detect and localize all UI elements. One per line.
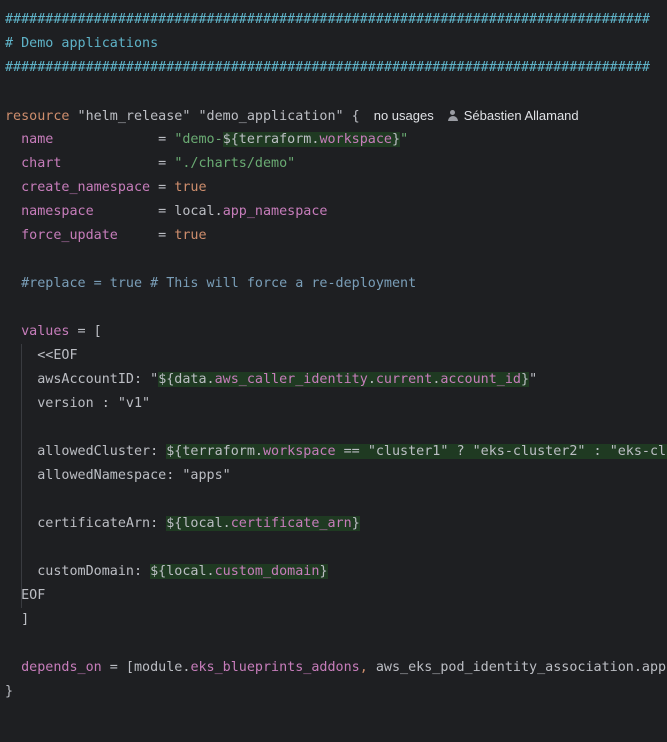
code-line[interactable]: customDomain: ${local.custom_domain}: [5, 560, 328, 584]
code-line[interactable]: version : "v1": [5, 392, 150, 416]
code-token: custom_domain: [214, 564, 320, 579]
code-editor[interactable]: ########################################…: [0, 8, 667, 742]
code-token: "cluster1": [367, 444, 449, 459]
code-token: =: [150, 180, 175, 195]
code-token: ${terraform.: [166, 444, 263, 459]
code-token: certificate_arn: [230, 516, 352, 531]
code-token: ?: [448, 444, 473, 459]
code-token: awsAccountID: ": [5, 372, 159, 387]
code-line[interactable]: ########################################…: [5, 8, 650, 32]
person-icon: [447, 110, 458, 121]
code-token: "demo-: [174, 132, 223, 147]
code-line[interactable]: name = "demo-${terraform.workspace}": [5, 128, 408, 152]
code-token: ,: [359, 660, 368, 675]
code-token: "eks-cluster1"}: [609, 444, 667, 459]
code-token: .: [367, 372, 376, 387]
code-token: }: [521, 372, 530, 387]
code-token: current: [375, 372, 433, 387]
code-token: }: [319, 564, 328, 579]
code-token: allowedNamespace: "apps": [5, 468, 231, 483]
code-token: ${local.: [150, 564, 215, 579]
code-token: =: [53, 132, 175, 147]
code-token: :: [585, 444, 610, 459]
code-line[interactable]: ########################################…: [5, 56, 650, 80]
code-token: ########################################…: [5, 12, 650, 27]
code-token: =: [61, 156, 175, 171]
author-name: Sébastien Allamand: [463, 108, 579, 123]
code-line[interactable]: EOF: [5, 584, 45, 608]
code-token: true: [174, 228, 207, 243]
code-line[interactable]: awsAccountID: "${data.aws_caller_identit…: [5, 368, 537, 392]
code-line[interactable]: allowedNamespace: "apps": [5, 464, 231, 488]
code-token: = [: [69, 324, 102, 339]
code-line[interactable]: allowedCluster: ${terraform.workspace ==…: [5, 440, 667, 464]
code-token: depends_on: [21, 660, 102, 675]
code-line[interactable]: ]: [5, 608, 29, 632]
code-token: = local.: [93, 204, 223, 219]
code-token: aws_eks_pod_identity_association.apps: [367, 660, 667, 675]
code-token: version : "v1": [5, 396, 151, 411]
code-token: aws_caller_identity: [214, 372, 368, 387]
code-token: force_update: [21, 228, 118, 243]
code-token: }: [351, 516, 360, 531]
code-token: allowedCluster:: [5, 444, 167, 459]
code-token: values: [21, 324, 70, 339]
code-token: EOF: [5, 588, 46, 603]
code-line[interactable]: create_namespace = true: [5, 176, 207, 200]
code-token: "helm_release" "demo_application" {: [69, 109, 360, 124]
usages-hint[interactable]: no usages: [374, 108, 434, 123]
code-token: ${local.: [166, 516, 231, 531]
code-token: <<EOF: [5, 348, 78, 363]
code-token: create_namespace: [21, 180, 151, 195]
code-line[interactable]: chart = "./charts/demo": [5, 152, 295, 176]
code-token: workspace: [319, 132, 392, 147]
code-token: ]: [5, 612, 30, 627]
code-token: =: [117, 228, 175, 243]
code-token: ${terraform.: [222, 132, 320, 147]
code-line[interactable]: force_update = true: [5, 224, 207, 248]
code-line[interactable]: }: [5, 680, 13, 704]
code-token: name: [21, 132, 54, 147]
code-token: eks_blueprints_addons: [190, 660, 360, 675]
code-token: = [module.: [101, 660, 191, 675]
code-token: "eks-cluster2": [472, 444, 586, 459]
code-token: app_namespace: [222, 204, 328, 219]
code-line[interactable]: depends_on = [module.eks_blueprints_addo…: [5, 656, 667, 680]
author-hint[interactable]: Sébastien Allamand: [447, 108, 579, 123]
code-token: workspace: [263, 444, 336, 459]
code-token: # Demo applications: [5, 36, 159, 51]
code-token: ": [529, 372, 538, 387]
code-token: ${data.: [158, 372, 215, 387]
code-token: resource: [5, 109, 70, 124]
code-token: certificateArn:: [5, 516, 167, 531]
code-token: account_id: [440, 372, 521, 387]
code-line[interactable]: certificateArn: ${local.certificate_arn}: [5, 512, 360, 536]
code-token: customDomain:: [5, 564, 151, 579]
code-token: chart: [21, 156, 62, 171]
code-token: }: [392, 132, 401, 147]
code-token: ": [400, 132, 409, 147]
code-line[interactable]: namespace = local.app_namespace: [5, 200, 328, 224]
code-token: true: [174, 180, 207, 195]
code-token: ==: [335, 444, 368, 459]
code-line[interactable]: resource "helm_release" "demo_applicatio…: [5, 104, 579, 128]
code-token: ########################################…: [5, 60, 650, 75]
code-token: namespace: [21, 204, 94, 219]
code-line[interactable]: values = [: [5, 320, 102, 344]
code-line[interactable]: #replace = true # This will force a re-d…: [5, 272, 416, 296]
code-line[interactable]: # Demo applications: [5, 32, 158, 56]
code-line[interactable]: <<EOF: [5, 344, 78, 368]
code-token: #replace = true # This will force a re-d…: [21, 276, 417, 291]
code-token: "./charts/demo": [174, 156, 296, 171]
code-token: }: [5, 684, 14, 699]
